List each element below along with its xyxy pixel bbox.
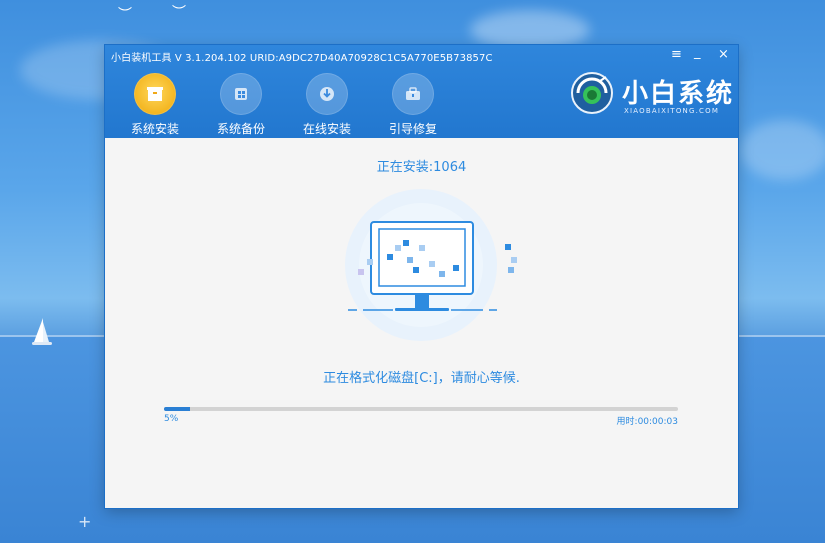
cloud: [470, 10, 590, 50]
window-header: 小白装机工具 V 3.1.204.102 URID:A9DC27D40A7092…: [105, 45, 738, 138]
download-icon: [306, 73, 348, 115]
current-step-text: 正在格式化磁盘[C:]，请耐心等候.: [323, 371, 520, 386]
tab-boot-repair[interactable]: 引导修复: [375, 73, 451, 137]
progress-fill: [164, 407, 190, 411]
brand-logo: 小白系统 XIAOBAIXITONG.COM: [570, 69, 732, 125]
tab-label: 引导修复: [388, 122, 437, 136]
formatting-monitor-illustration: [345, 189, 517, 341]
installer-window: 小白装机工具 V 3.1.204.102 URID:A9DC27D40A7092…: [105, 45, 738, 508]
brand-subtitle: XIAOBAIXITONG.COM: [624, 107, 720, 115]
tab-system-backup[interactable]: 系统备份: [203, 73, 279, 137]
elapsed-time: 用时:00:00:03: [616, 417, 678, 427]
install-status-title: 正在安装:1064: [376, 160, 467, 175]
brand-name: 小白系统: [622, 79, 735, 109]
sailboat-icon: [34, 318, 43, 342]
tab-system-install[interactable]: 系统安装: [117, 73, 193, 137]
bird-icon: ︶: [172, 5, 186, 21]
bird-icon: ︶: [118, 7, 132, 23]
repair-toolbox-icon: [392, 73, 434, 115]
close-button[interactable]: ×: [718, 47, 729, 62]
sparkle-icon: +: [78, 512, 92, 531]
install-box-icon: [134, 73, 176, 115]
tab-online-install[interactable]: 在线安装: [289, 73, 365, 137]
tab-label: 系统备份: [216, 122, 265, 136]
tab-label: 在线安装: [302, 122, 351, 136]
minimize-button[interactable]: _: [694, 45, 701, 60]
brand-mark-icon: [571, 72, 613, 114]
backup-icon: [220, 73, 262, 115]
menu-button[interactable]: ≡: [671, 47, 682, 62]
sailboat-hull: [32, 342, 52, 345]
window-title: 小白装机工具 V 3.1.204.102 URID:A9DC27D40A7092…: [111, 53, 493, 64]
sailboat-sail-icon: [43, 322, 49, 342]
install-progress-bar: [164, 407, 678, 411]
tab-label: 系统安装: [130, 122, 179, 136]
progress-percent: 5%: [164, 414, 179, 424]
cloud: [740, 120, 825, 180]
